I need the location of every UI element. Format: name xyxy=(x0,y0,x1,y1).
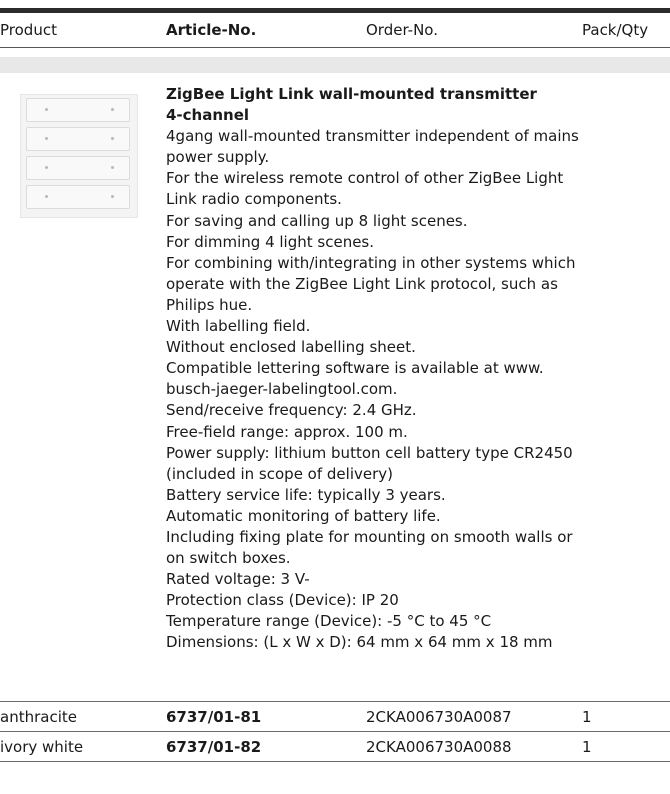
description-line: Free-field range: approx. 100 m. xyxy=(166,422,408,441)
row-product: anthracite xyxy=(0,708,77,726)
description-line: Dimensions: (L x W x D): 64 mm x 64 mm x… xyxy=(166,633,553,652)
product-description: ZigBee Light Link wall-mounted transmitt… xyxy=(166,84,666,654)
row-article-no: 6737/01-82 xyxy=(166,738,262,756)
description-line: Rated voltage: 3 V- xyxy=(166,570,310,589)
description-line: With labelling field. xyxy=(166,317,311,336)
table-row: anthracite 6737/01-81 2CKA006730A0087 1 xyxy=(0,702,670,731)
description-line: Compatible lettering software is availab… xyxy=(166,359,544,378)
rocker-3 xyxy=(26,156,130,180)
description-line: For the wireless remote control of other… xyxy=(166,169,564,188)
description-line: Battery service life: typically 3 years. xyxy=(166,485,446,504)
header-article-no: Article-No. xyxy=(166,21,257,39)
description-line: operate with the ZigBee Light Link proto… xyxy=(166,274,558,293)
description-line: For dimming 4 light scenes. xyxy=(166,232,375,251)
description-line: Send/receive frequency: 2.4 GHz. xyxy=(166,401,417,420)
description-line: For combining with/integrating in other … xyxy=(166,253,576,272)
description-line: Without enclosed labelling sheet. xyxy=(166,338,416,357)
rocker-4 xyxy=(26,185,130,209)
description-line: Including fixing plate for mounting on s… xyxy=(166,527,573,546)
header-product: Product xyxy=(0,21,57,39)
rocker-1 xyxy=(26,98,130,122)
description-line: Link radio components. xyxy=(166,190,342,209)
row-qty: 1 xyxy=(582,708,592,726)
product-title-line-2: 4-channel xyxy=(166,106,250,125)
description-line: power supply. xyxy=(166,148,270,167)
table-header: Product Article-No. Order-No. Pack/Qty xyxy=(0,13,670,47)
row-article-no: 6737/01-81 xyxy=(166,708,262,726)
header-rule xyxy=(0,47,670,48)
header-pack-qty: Pack/Qty xyxy=(582,21,649,39)
description-line: on switch boxes. xyxy=(166,549,291,568)
description-line: (included in scope of delivery) xyxy=(166,464,393,483)
section-band xyxy=(0,57,670,73)
table-row: ivory white 6737/01-82 2CKA006730A0088 1 xyxy=(0,732,670,761)
description-line: Automatic monitoring of battery life. xyxy=(166,506,441,525)
rocker-2 xyxy=(26,127,130,151)
product-image xyxy=(20,94,138,218)
description-line: Protection class (Device): IP 20 xyxy=(166,591,399,610)
row-divider xyxy=(0,761,670,762)
description-line: Temperature range (Device): -5 °C to 45 … xyxy=(166,612,492,631)
description-line: 4gang wall-mounted transmitter independe… xyxy=(166,127,579,146)
product-title-line-1: ZigBee Light Link wall-mounted transmitt… xyxy=(166,85,537,103)
description-line: For saving and calling up 8 light scenes… xyxy=(166,211,468,230)
row-qty: 1 xyxy=(582,738,592,756)
row-order-no: 2CKA006730A0088 xyxy=(366,738,512,756)
row-order-no: 2CKA006730A0087 xyxy=(366,708,512,726)
description-line: Power supply: lithium button cell batter… xyxy=(166,443,573,462)
header-order-no: Order-No. xyxy=(366,21,438,39)
row-product: ivory white xyxy=(0,738,84,756)
description-line: Philips hue. xyxy=(166,295,253,314)
description-line: busch-jaeger-labelingtool.com. xyxy=(166,380,398,399)
